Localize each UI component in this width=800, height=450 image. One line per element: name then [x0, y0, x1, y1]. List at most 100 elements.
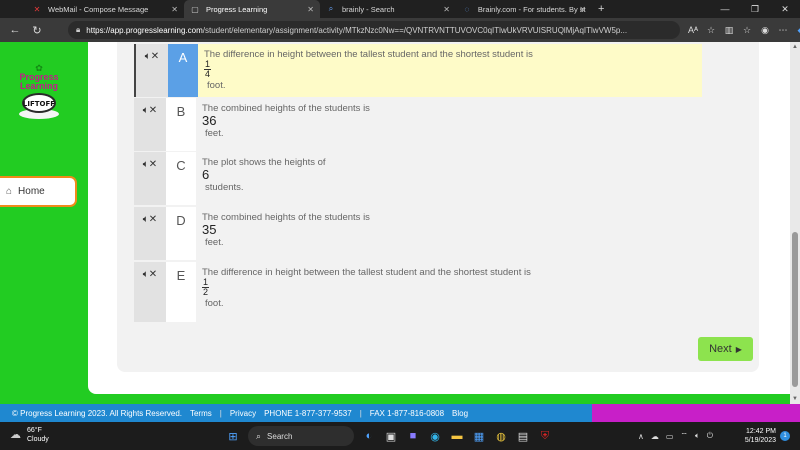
- notification-badge[interactable]: 1: [780, 431, 790, 441]
- option-text-block: The plot shows the heights of 6 students…: [196, 152, 702, 205]
- speaker-mute-icon[interactable]: 🔈︎✕: [134, 98, 166, 151]
- page-background: ✿ Progress Learning LIFTOFF ⌂ Home 🔈︎✕ A…: [0, 42, 790, 404]
- file-explorer-icon[interactable]: ▬: [446, 426, 468, 446]
- url-path: /student/elementary/assignment/activity/…: [202, 25, 628, 35]
- close-icon[interactable]: ✕: [443, 5, 450, 14]
- fraction-denominator: 2: [203, 287, 209, 297]
- taskbar-apps: ⊞ ⌕ Search ◐ ▣ ■ ◉ ▬ ▦ ◍ ▤ ⛨: [222, 426, 556, 446]
- taskbar-search[interactable]: ⌕ Search: [248, 426, 354, 446]
- option-text: The plot shows the heights of: [202, 157, 326, 168]
- speaker-mute-icon[interactable]: 🔈︎✕: [134, 152, 166, 205]
- option-fraction: 1 2: [202, 278, 210, 297]
- volume-icon[interactable]: 🔈︎: [695, 431, 700, 441]
- collections-icon[interactable]: ☆: [738, 25, 756, 36]
- lock-icon[interactable]: 🔒︎: [76, 25, 80, 35]
- chevron-up-icon[interactable]: ∧: [638, 432, 644, 441]
- video-call-icon[interactable]: ■: [402, 426, 424, 446]
- option-letter: B: [166, 98, 196, 151]
- footer-blog-link[interactable]: Blog: [452, 409, 468, 418]
- answer-option-b[interactable]: 🔈︎✕ B The combined heights of the studen…: [134, 98, 702, 151]
- footer-separator: |: [359, 408, 362, 418]
- answer-option-c[interactable]: 🔈︎✕ C The plot shows the heights of 6 st…: [134, 152, 702, 205]
- option-value: 36: [202, 113, 217, 128]
- speaker-mute-icon[interactable]: 🔈︎✕: [134, 207, 166, 260]
- copilot-icon[interactable]: ◆: [792, 25, 800, 36]
- refresh-icon[interactable]: ↻: [26, 24, 48, 37]
- option-letter: E: [166, 262, 196, 322]
- onedrive-icon[interactable]: ☁: [651, 432, 659, 441]
- scroll-up-icon[interactable]: ▲: [791, 44, 799, 50]
- speaker-mute-icon[interactable]: 🔈︎✕: [134, 262, 166, 322]
- fraction-denominator: 4: [205, 69, 211, 79]
- option-unit: feet.: [205, 128, 224, 139]
- weather-widget[interactable]: ☁ 66°F Cloudy: [10, 426, 49, 444]
- tab-label: Progress Learning: [206, 4, 268, 14]
- next-button[interactable]: Next ▶: [698, 337, 753, 361]
- x-mail-icon: ✕: [33, 4, 41, 14]
- option-unit: foot.: [207, 80, 226, 91]
- tab-label: WebMail - Compose Message: [48, 4, 149, 14]
- tab-label: Brainly.com - For students. By stu: [477, 4, 586, 14]
- tab-progress-learning[interactable]: ▢ Progress Learning ✕: [184, 0, 320, 18]
- windows-start-icon[interactable]: ⊞: [222, 426, 244, 446]
- footer-fax: FAX 1-877-816-0808: [369, 408, 445, 418]
- option-text: The difference in height between the tal…: [204, 49, 533, 60]
- progress-learning-logo[interactable]: ✿ Progress Learning: [14, 64, 64, 91]
- answer-option-a[interactable]: 🔈︎✕ A The difference in height between t…: [134, 44, 702, 97]
- reader-view-icon[interactable]: Aᴬ: [684, 25, 702, 35]
- close-icon[interactable]: ✕: [307, 5, 314, 14]
- page-scrollbar[interactable]: ▲ ▼: [790, 42, 800, 404]
- store-icon[interactable]: ▦: [468, 426, 490, 446]
- url-field[interactable]: 🔒︎ https://app.progresslearning.com /stu…: [68, 21, 680, 39]
- answer-option-d[interactable]: 🔈︎✕ D The combined heights of the studen…: [134, 207, 702, 260]
- scroll-down-icon[interactable]: ▼: [791, 396, 799, 402]
- footer-privacy-link[interactable]: Privacy: [230, 409, 256, 418]
- cloud-icon: ☁: [10, 428, 21, 441]
- option-text-block: The combined heights of the students is …: [196, 98, 702, 151]
- scrollbar-thumb[interactable]: [792, 232, 798, 387]
- option-value: 6: [202, 167, 210, 182]
- new-tab-button[interactable]: +: [592, 0, 610, 18]
- speaker-mute-icon[interactable]: 🔈︎✕: [136, 44, 168, 97]
- account-icon[interactable]: ◉: [756, 25, 774, 36]
- chrome-icon[interactable]: ◍: [490, 426, 512, 446]
- clock-date: 5/19/2023: [744, 437, 776, 444]
- calculator-icon[interactable]: ▤: [512, 426, 534, 446]
- tab-brainly-search[interactable]: ⌕ brainly - Search ✕: [320, 0, 456, 18]
- next-label: Next: [709, 343, 732, 355]
- mcafee-icon[interactable]: ⛨: [534, 426, 556, 446]
- close-icon[interactable]: ✕: [171, 5, 178, 14]
- page-icon: ▢: [191, 4, 199, 14]
- option-text: The difference in height between the tal…: [202, 267, 531, 278]
- close-window-icon[interactable]: ✕: [770, 0, 800, 18]
- tab-webmail[interactable]: ✕ WebMail - Compose Message ✕: [26, 0, 184, 18]
- favorite-star-icon[interactable]: ☆: [702, 25, 720, 36]
- wifi-icon[interactable]: ⌔: [680, 431, 688, 441]
- task-view-icon[interactable]: ▣: [380, 426, 402, 446]
- play-arrow-icon: ▶: [735, 344, 742, 354]
- option-value: 35: [202, 222, 217, 237]
- home-button[interactable]: ⌂ Home: [0, 176, 77, 207]
- split-screen-icon[interactable]: ▥: [720, 25, 738, 36]
- footer-copyright: © Progress Learning 2023. All Rights Res…: [12, 408, 182, 418]
- answer-option-e[interactable]: 🔈︎✕ E The difference in height between t…: [134, 262, 702, 322]
- footer-phone: PHONE 1-877-377-9537: [264, 408, 352, 418]
- back-arrow-icon[interactable]: ←: [4, 24, 26, 36]
- copilot-app-icon[interactable]: ◐: [358, 426, 380, 446]
- footer-terms-link[interactable]: Terms: [190, 409, 212, 418]
- weather-temperature: 66°F: [27, 427, 42, 434]
- minimize-icon[interactable]: —: [710, 0, 740, 18]
- power-icon[interactable]: ⏻: [707, 431, 713, 441]
- tab-brainly[interactable]: ◌ Brainly.com - For students. By stu ✕: [456, 0, 592, 18]
- maximize-icon[interactable]: ❐: [740, 0, 770, 18]
- option-text-block: The difference in height between the tal…: [196, 262, 702, 322]
- option-letter: D: [166, 207, 196, 260]
- edge-browser-icon[interactable]: ◉: [424, 426, 446, 446]
- taskbar-clock[interactable]: 12:42 PM 5/19/2023: [740, 427, 776, 445]
- option-text: The combined heights of the students is: [202, 103, 370, 114]
- liftoff-text: LIFTOFF: [23, 100, 55, 108]
- battery-icon[interactable]: ▭: [666, 432, 674, 441]
- url-host: https://app.progresslearning.com: [86, 25, 203, 35]
- more-menu-icon[interactable]: ⋯: [774, 25, 792, 36]
- close-icon[interactable]: ✕: [579, 5, 586, 14]
